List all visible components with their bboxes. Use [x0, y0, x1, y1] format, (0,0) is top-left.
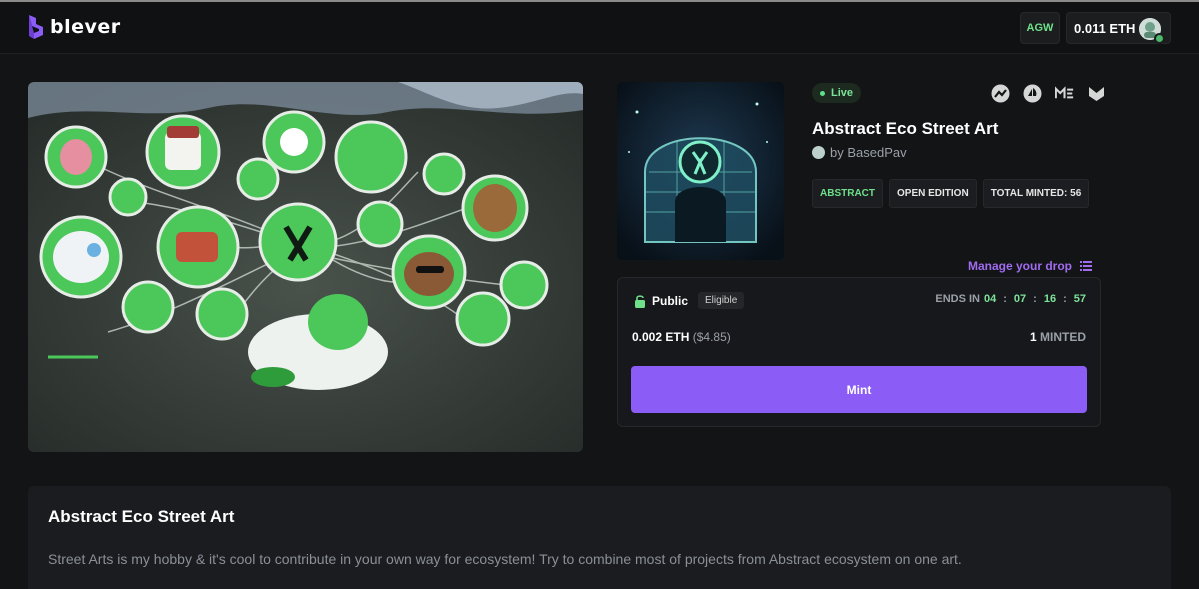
igloo-artwork-image — [617, 82, 784, 260]
countdown-separator: : — [1003, 293, 1007, 305]
countdown-separator: : — [1033, 293, 1037, 305]
logo-text: blever — [50, 16, 121, 38]
eligibility-badge: Eligible — [698, 292, 745, 309]
logo[interactable]: blever — [28, 14, 121, 40]
description-body: Street Arts is my hobby & it's cool to c… — [48, 551, 962, 567]
online-status-icon — [1154, 33, 1165, 44]
countdown-minutes: 16 — [1043, 293, 1057, 305]
countdown-separator: : — [1063, 293, 1067, 305]
opensea-icon[interactable] — [1023, 84, 1042, 103]
description-title: Abstract Eco Street Art — [48, 507, 235, 526]
price-usd: ($4.85) — [692, 330, 731, 344]
mint-button[interactable]: Mint — [631, 366, 1087, 413]
drop-tags: ABSTRACT OPEN EDITION TOTAL MINTED: 56 — [812, 179, 1090, 208]
logo-mark-icon — [29, 15, 43, 39]
edition-tag: OPEN EDITION — [889, 179, 977, 208]
list-icon — [1080, 261, 1093, 271]
total-minted-tag: TOTAL MINTED: 56 — [982, 179, 1090, 208]
manage-drop-label: Manage your drop — [968, 259, 1073, 273]
user-avatar-icon[interactable] — [1139, 18, 1165, 44]
countdown-days: 04 — [983, 293, 997, 305]
countdown-hours: 07 — [1013, 293, 1027, 305]
marketplace-links — [991, 84, 1106, 103]
live-status-badge: Live — [812, 83, 862, 103]
chain-tag: ABSTRACT — [812, 179, 883, 208]
price-eth: 0.002 ETH — [632, 330, 690, 344]
description-panel: Abstract Eco Street Art Street Arts is m… — [28, 486, 1171, 589]
minted-number: 1 — [1029, 330, 1037, 344]
phase-label: Public — [652, 293, 689, 308]
network-badge[interactable]: AGW — [1020, 12, 1060, 44]
minted-label: MINTED — [1040, 330, 1086, 344]
countdown: ENDS IN 04 : 07 : 16 : 57 — [935, 293, 1086, 305]
minted-count: 1 MINTED — [1030, 330, 1086, 344]
live-dot-icon — [820, 90, 825, 96]
street-art-image — [28, 82, 583, 452]
creator-name: by BasedPav — [830, 145, 907, 160]
abstract-shield-icon[interactable] — [1087, 84, 1106, 103]
navbar: blever AGW 0.011 ETH — [0, 2, 1199, 54]
wallet-button[interactable]: 0.011 ETH — [1066, 12, 1171, 44]
magic-eden-chart-icon[interactable] — [991, 84, 1010, 103]
mint-price: 0.002 ETH ($4.85) — [632, 330, 731, 344]
ends-in-label: ENDS IN — [935, 293, 980, 305]
live-status-label: Live — [831, 87, 854, 99]
nft-thumbnail[interactable] — [617, 82, 784, 260]
unlocked-icon — [635, 294, 645, 308]
magic-eden-icon[interactable] — [1055, 84, 1074, 103]
hero-artwork — [28, 82, 583, 452]
mint-card: Public Eligible ENDS IN 04 : 07 : 16 : 5… — [617, 277, 1101, 427]
manage-drop-link[interactable]: Manage your drop — [968, 259, 1093, 273]
creator-avatar-icon — [812, 146, 825, 159]
mint-phase: Public Eligible — [634, 292, 745, 309]
countdown-seconds: 57 — [1073, 293, 1086, 305]
creator-link[interactable]: by BasedPav — [812, 145, 907, 160]
drop-title: Abstract Eco Street Art — [812, 119, 999, 138]
wallet-balance: 0.011 ETH — [1074, 20, 1136, 36]
